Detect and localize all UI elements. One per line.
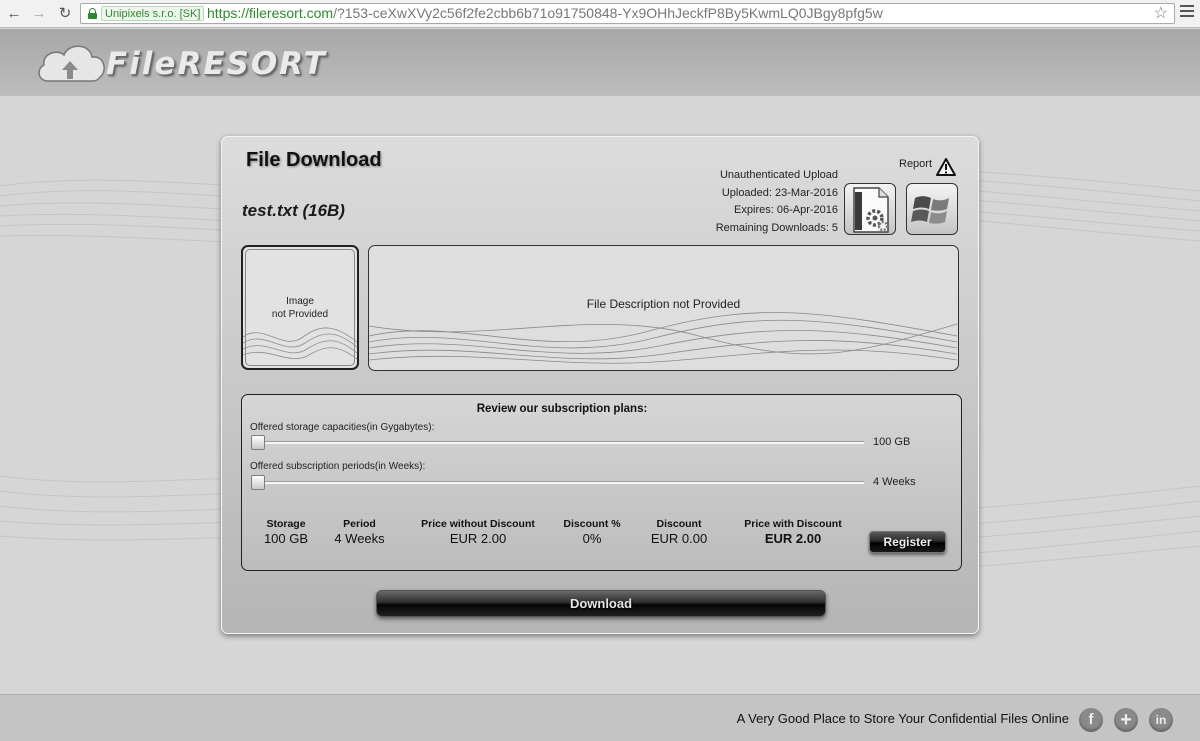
period-value: 4 Weeks <box>873 476 916 488</box>
storage-slider-thumb[interactable] <box>251 435 265 450</box>
site-footer: A Very Good Place to Store Your Confiden… <box>0 694 1200 741</box>
storage-slider-label: Offered storage capacities(in Gygabytes)… <box>250 422 435 433</box>
col-price-without-discount: Price without Discount EUR 2.00 <box>421 518 535 546</box>
windows-logo-icon <box>906 183 958 235</box>
col-price-with-discount: Price with Discount EUR 2.00 <box>744 518 842 546</box>
register-button[interactable]: Register <box>869 531 946 553</box>
col-discount-percent: Discount % 0% <box>563 518 621 546</box>
forward-icon[interactable]: → <box>29 4 49 24</box>
page-title: File Download <box>246 149 382 171</box>
col-period: Period 4 Weeks <box>334 518 385 546</box>
description-waves <box>369 312 957 364</box>
lock-icon <box>88 8 97 19</box>
cloud-upload-icon <box>38 45 105 82</box>
file-metadata: Unauthenticated Upload Uploaded: 23-Mar-… <box>588 167 838 237</box>
preview-waves <box>243 327 357 360</box>
file-preview-image: Image not Provided <box>241 245 359 370</box>
period-slider-track[interactable] <box>252 481 864 484</box>
address-bar[interactable]: Unipixels s.r.o. [SK] https://fileresort… <box>80 3 1175 24</box>
period-slider-label: Offered subscription periods(in Weeks): <box>250 461 426 472</box>
application-file-icon <box>844 183 896 235</box>
facebook-icon[interactable]: f <box>1079 708 1103 732</box>
bookmark-star-icon[interactable]: ☆ <box>1154 4 1168 23</box>
download-button[interactable]: Download <box>376 590 826 617</box>
site-logo[interactable]: FileRESORT <box>34 37 364 87</box>
browser-toolbar: ← → ↻ Unipixels s.r.o. [SK] https://file… <box>0 0 1200 28</box>
footer-tagline: A Very Good Place to Store Your Confiden… <box>736 711 1069 726</box>
logo-wordmark: FileRESORT <box>106 46 327 82</box>
plus-icon[interactable]: + <box>1114 708 1138 732</box>
browser-menu-icon[interactable] <box>1180 5 1194 20</box>
download-panel: File Download test.txt (16B) Unauthentic… <box>221 136 979 634</box>
site-header: FileRESORT <box>0 29 1200 96</box>
col-storage: Storage 100 GB <box>263 518 309 546</box>
back-icon[interactable]: ← <box>4 4 24 24</box>
remaining-downloads: Remaining Downloads: 5 <box>715 221 838 234</box>
storage-slider-track[interactable] <box>252 441 864 444</box>
col-discount: Discount EUR 0.00 <box>650 518 708 546</box>
ev-certificate-badge[interactable]: Unipixels s.r.o. [SK] <box>101 6 205 21</box>
upload-type: Unauthenticated Upload <box>719 169 838 181</box>
warning-triangle-icon[interactable] <box>936 158 956 176</box>
reload-icon[interactable]: ↻ <box>55 4 75 24</box>
report-link[interactable]: Report <box>899 158 932 170</box>
uploaded-date: Uploaded: 23-Mar-2016 <box>721 186 838 199</box>
expires-date: Expires: 06-Apr-2016 <box>734 204 838 216</box>
linkedin-icon[interactable]: in <box>1149 708 1173 732</box>
plans-title: Review our subscription plans: <box>476 403 648 415</box>
file-name: test.txt (16B) <box>242 201 345 220</box>
url-text[interactable]: https://fileresort.com/?153-ceXwXVy2c56f… <box>207 5 883 22</box>
storage-value: 100 GB <box>873 436 911 448</box>
subscription-plans: Review our subscription plans: Offered s… <box>241 394 962 571</box>
period-slider-thumb[interactable] <box>251 475 265 490</box>
file-description: File Description not Provided <box>368 245 959 371</box>
